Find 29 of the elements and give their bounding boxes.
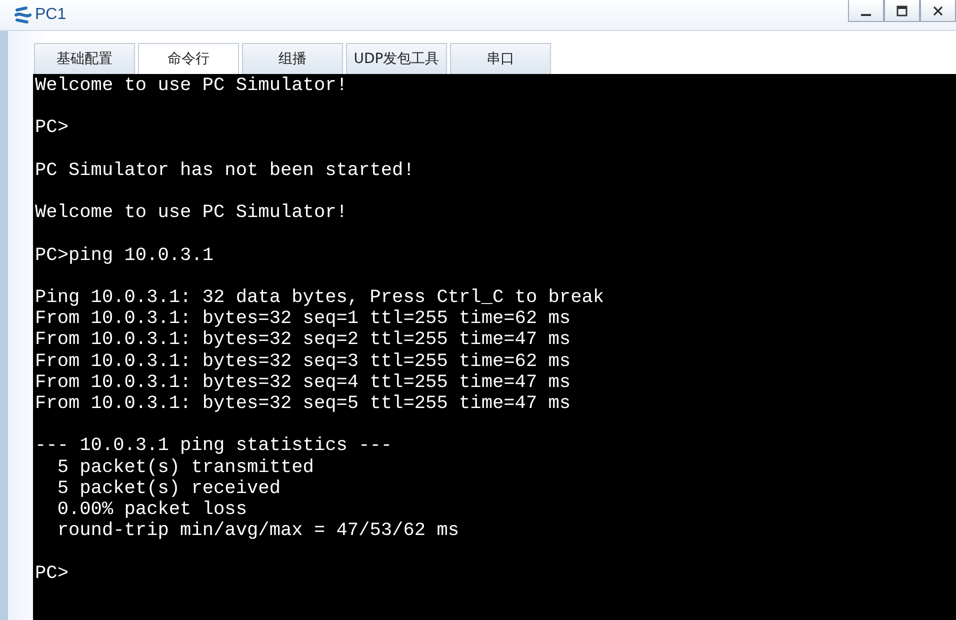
close-button[interactable] xyxy=(920,0,956,22)
tab[interactable]: 基础配置 xyxy=(34,43,135,74)
terminal-line: Ping 10.0.3.1: 32 data bytes, Press Ctrl_C to break xyxy=(35,286,604,308)
terminal-line: PC> xyxy=(35,117,68,139)
terminal-line: From 10.0.3.1: bytes=32 seq=5 ttl=255 time=47 ms xyxy=(35,392,571,414)
terminal-line: 0.00% packet loss xyxy=(56,498,248,520)
terminal-line: From 10.0.3.1: bytes=32 seq=1 ttl=255 time=62 ms xyxy=(35,308,571,330)
terminal-line: --- 10.0.3.1 ping statistics --- xyxy=(35,435,392,457)
terminal-line: 5 packet(s) received xyxy=(56,478,280,499)
maximize-button[interactable] xyxy=(884,0,920,22)
terminal-line: PC>ping 10.0.3.1 xyxy=(35,244,214,266)
terminal-line: PC Simulator has not been started! xyxy=(35,160,414,181)
terminal-line: round-trip min/avg/max = 47/53/62 ms xyxy=(56,520,460,542)
terminal-line: PC> xyxy=(35,562,68,584)
tab[interactable]: 命令行 xyxy=(138,43,239,74)
window-title: PC1 xyxy=(35,6,66,24)
maximize-icon xyxy=(896,4,908,16)
minimize-button[interactable] xyxy=(848,0,884,22)
tab[interactable]: 组播 xyxy=(242,43,343,74)
tab[interactable]: 串口 xyxy=(450,43,551,74)
terminal-line: Welcome to use PC Simulator! xyxy=(35,202,348,224)
terminal-line: 5 packet(s) transmitted xyxy=(56,456,314,478)
minimize-icon xyxy=(861,14,871,16)
tab[interactable]: UDP发包工具 xyxy=(346,43,447,74)
close-icon xyxy=(932,4,944,16)
terminal-line: From 10.0.3.1: bytes=32 seq=2 ttl=255 time=47 ms xyxy=(35,329,571,351)
terminal-line: From 10.0.3.1: bytes=32 seq=4 ttl=255 time=47 ms xyxy=(35,372,571,393)
terminal-line: From 10.0.3.1: bytes=32 seq=3 ttl=255 time=62 ms xyxy=(35,350,571,372)
terminal-line: Welcome to use PC Simulator! xyxy=(35,75,348,96)
